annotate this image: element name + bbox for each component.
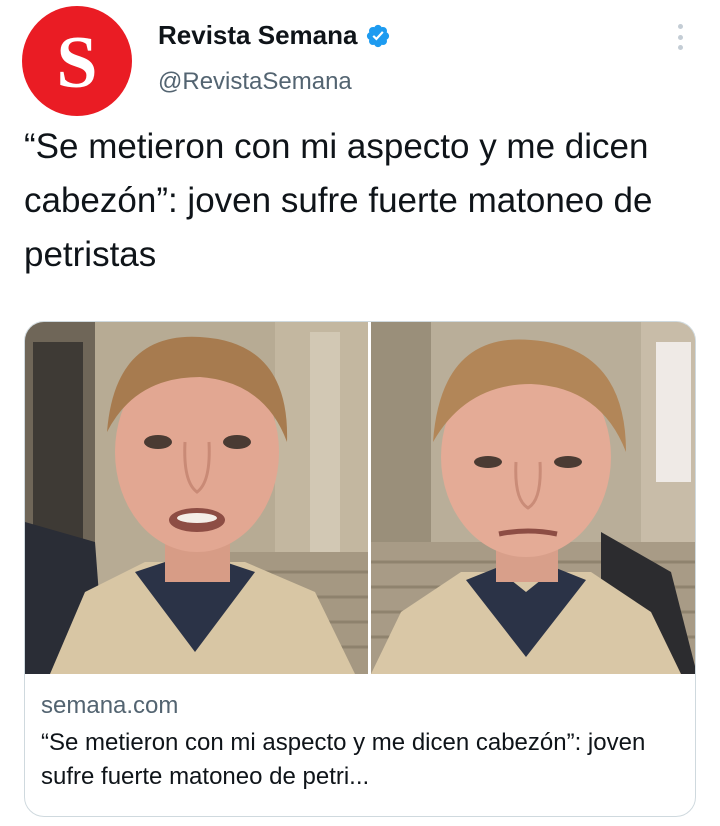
link-card-footer[interactable]: semana.com “Se metieron con mi aspecto y… (41, 692, 681, 794)
display-name[interactable]: Revista Semana (158, 20, 357, 51)
more-vertical-icon[interactable] (668, 20, 692, 54)
account-name-row[interactable]: Revista Semana (158, 20, 391, 51)
link-card[interactable]: semana.com “Se metieron con mi aspecto y… (24, 321, 696, 817)
person-photo-left (25, 322, 368, 674)
person-photo-right (371, 322, 695, 674)
link-title[interactable]: “Se metieron con mi aspecto y me dicen c… (41, 726, 681, 794)
link-domain[interactable]: semana.com (41, 692, 681, 720)
avatar-letter: S (56, 22, 98, 104)
avatar[interactable]: S (22, 6, 132, 116)
verified-badge-icon (367, 24, 390, 47)
account-handle[interactable]: @RevistaSemana (158, 68, 352, 96)
tweet-text: “Se metieron con mi aspecto y me dicen c… (24, 127, 653, 274)
link-card-image[interactable] (25, 322, 695, 674)
